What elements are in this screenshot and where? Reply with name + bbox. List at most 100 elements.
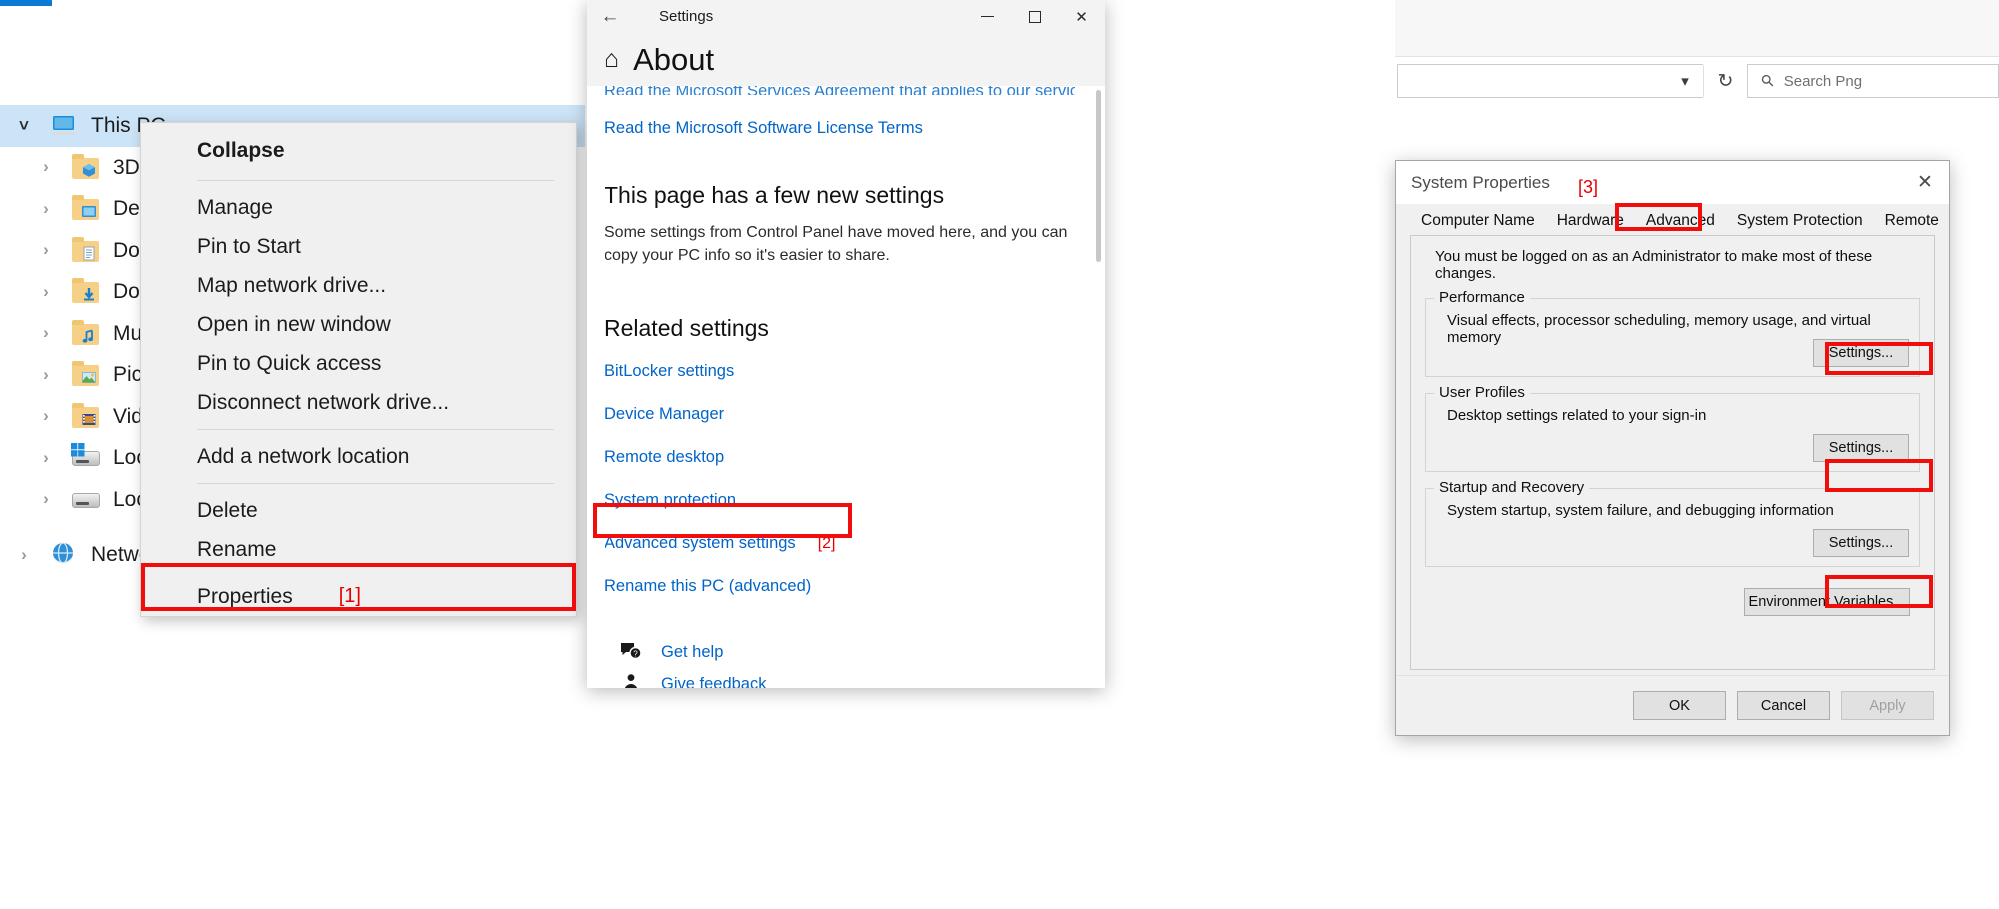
step-marker-2: [2]	[818, 535, 836, 553]
context-menu-item-collapse[interactable]: Collapse	[141, 129, 576, 173]
chevron-right-icon[interactable]: ›	[22, 489, 70, 509]
ok-button[interactable]: OK	[1633, 691, 1726, 720]
context-menu-item-label: Pin to Start	[197, 235, 301, 259]
link-system-protection[interactable]: System protection	[604, 491, 1075, 510]
settings-scrollbar[interactable]	[1096, 90, 1101, 684]
chevron-right-icon[interactable]: ›	[22, 240, 70, 260]
chevron-expanded-icon[interactable]: ˅	[0, 116, 48, 136]
tab-computer-name[interactable]: Computer Name	[1410, 208, 1546, 235]
dialog-title: System Properties	[1411, 173, 1550, 193]
context-menu-item-delete[interactable]: Delete	[141, 491, 576, 530]
chevron-right-icon[interactable]: ›	[0, 545, 48, 565]
chevron-down-icon[interactable]: ▾	[1667, 65, 1703, 97]
link-software-license-terms[interactable]: Read the Microsoft Software License Term…	[604, 119, 1075, 138]
related-settings-heading: Related settings	[604, 315, 1075, 342]
link-advanced-system-settings[interactable]: Advanced system settings	[604, 534, 796, 553]
context-menu-item-add-network-location[interactable]: Add a network location	[141, 437, 576, 476]
chevron-right-icon[interactable]: ›	[22, 157, 70, 177]
get-help-icon: ?	[620, 641, 642, 663]
context-menu-item-label: Pin to Quick access	[197, 352, 381, 376]
settings-page-header: ⌂ About	[587, 33, 1105, 86]
menu-separator	[197, 180, 554, 181]
context-menu-item-properties[interactable]: Properties [1]	[141, 577, 576, 616]
cancel-button[interactable]: Cancel	[1737, 691, 1830, 720]
user-profiles-settings-button[interactable]: Settings...	[1813, 434, 1909, 462]
downloads-icon	[70, 278, 104, 305]
user-profiles-group: User Profiles Desktop settings related t…	[1425, 393, 1920, 472]
link-rename-this-pc[interactable]: Rename this PC (advanced)	[604, 577, 1075, 596]
home-icon[interactable]: ⌂	[604, 47, 619, 72]
dialog-tabs: [3] Computer Name Hardware Advanced Syst…	[1396, 204, 1949, 235]
chevron-right-icon[interactable]: ›	[22, 282, 70, 302]
music-icon	[70, 320, 104, 347]
link-device-manager[interactable]: Device Manager	[604, 405, 1075, 424]
chevron-right-icon[interactable]: ›	[22, 365, 70, 385]
scrollbar-thumb[interactable]	[1096, 90, 1101, 262]
svg-text:?: ?	[633, 650, 638, 659]
chevron-right-icon[interactable]: ›	[22, 323, 70, 343]
tab-system-protection[interactable]: System Protection	[1726, 208, 1874, 235]
content-left-rail	[587, 86, 605, 688]
settings-titlebar: ← Settings ✕	[587, 0, 1105, 33]
close-icon[interactable]: ✕	[1901, 161, 1949, 204]
link-give-feedback[interactable]: Give feedback	[661, 675, 766, 688]
context-menu-item-label: Map network drive...	[197, 274, 386, 298]
local-disk-icon	[70, 486, 104, 513]
maximize-icon[interactable]	[1011, 0, 1058, 33]
environment-variables-row: Environment Variables...	[1425, 588, 1920, 616]
close-icon[interactable]: ✕	[1058, 0, 1105, 33]
performance-settings-button[interactable]: Settings...	[1813, 339, 1909, 367]
chevron-right-icon[interactable]: ›	[22, 199, 70, 219]
performance-group: Performance Visual effects, processor sc…	[1425, 298, 1920, 377]
give-feedback-row[interactable]: Give feedback	[604, 673, 1075, 688]
new-settings-description: Some settings from Control Panel have mo…	[604, 222, 1072, 267]
tab-remote[interactable]: Remote	[1874, 208, 1950, 235]
context-menu-item-label: Add a network location	[197, 445, 409, 469]
desktop-icon	[70, 195, 104, 222]
settings-content: Read the Microsoft Services Agreement th…	[587, 86, 1105, 688]
context-menu-item-disconnect-network-drive[interactable]: Disconnect network drive...	[141, 383, 576, 422]
step-marker-3: [3]	[1578, 177, 1598, 198]
link-remote-desktop[interactable]: Remote desktop	[604, 448, 1075, 467]
refresh-icon[interactable]: ↻	[1703, 65, 1747, 97]
context-menu-item-pin-to-quick-access[interactable]: Pin to Quick access	[141, 344, 576, 383]
back-arrow-icon[interactable]: ←	[587, 6, 633, 28]
get-help-row[interactable]: ? Get help	[604, 641, 1075, 663]
context-menu-item-label: Rename	[197, 538, 276, 562]
tab-hardware[interactable]: Hardware	[1546, 208, 1635, 235]
menu-separator	[197, 429, 554, 430]
group-description: Desktop settings related to your sign-in	[1438, 407, 1907, 424]
environment-variables-button[interactable]: Environment Variables...	[1744, 588, 1910, 616]
context-menu-item-label: Disconnect network drive...	[197, 391, 449, 415]
link-services-agreement[interactable]: Read the Microsoft Services Agreement th…	[604, 86, 1075, 95]
chevron-right-icon[interactable]: ›	[22, 406, 70, 426]
context-menu-item-open-in-new-window[interactable]: Open in new window	[141, 305, 576, 344]
context-menu-item-pin-to-start[interactable]: Pin to Start	[141, 227, 576, 266]
explorer-address-bar: ▾ ↻ ⚲ Search Png	[1395, 57, 1999, 105]
context-menu-item-map-network-drive[interactable]: Map network drive...	[141, 266, 576, 305]
link-get-help[interactable]: Get help	[661, 643, 723, 662]
pictures-icon	[70, 361, 104, 388]
startup-recovery-settings-button[interactable]: Settings...	[1813, 529, 1909, 557]
group-legend: Startup and Recovery	[1434, 479, 1589, 496]
page-title: About	[633, 42, 714, 78]
context-menu: Collapse Manage Pin to Start Map network…	[140, 122, 577, 617]
address-field[interactable]: ▾	[1397, 64, 1703, 98]
minimize-icon[interactable]	[964, 0, 1011, 33]
context-menu-item-label: Manage	[197, 196, 273, 220]
system-properties-dialog: System Properties ✕ [3] Computer Name Ha…	[1395, 160, 1950, 736]
apply-button: Apply	[1841, 691, 1934, 720]
context-menu-item-manage[interactable]: Manage	[141, 188, 576, 227]
chevron-right-icon[interactable]: ›	[22, 448, 70, 468]
context-menu-item-rename[interactable]: Rename	[141, 530, 576, 569]
network-icon	[48, 541, 82, 568]
search-input[interactable]: ⚲ Search Png	[1747, 64, 1999, 98]
this-pc-icon	[48, 112, 82, 139]
step-marker-1: [1]	[339, 585, 361, 608]
dialog-titlebar: System Properties ✕	[1396, 161, 1949, 204]
search-placeholder: Search Png	[1784, 73, 1862, 90]
administrator-note: You must be logged on as an Administrato…	[1425, 236, 1920, 282]
link-bitlocker-settings[interactable]: BitLocker settings	[604, 362, 1075, 381]
accent-bar	[0, 0, 52, 6]
tab-advanced[interactable]: Advanced	[1635, 208, 1726, 235]
